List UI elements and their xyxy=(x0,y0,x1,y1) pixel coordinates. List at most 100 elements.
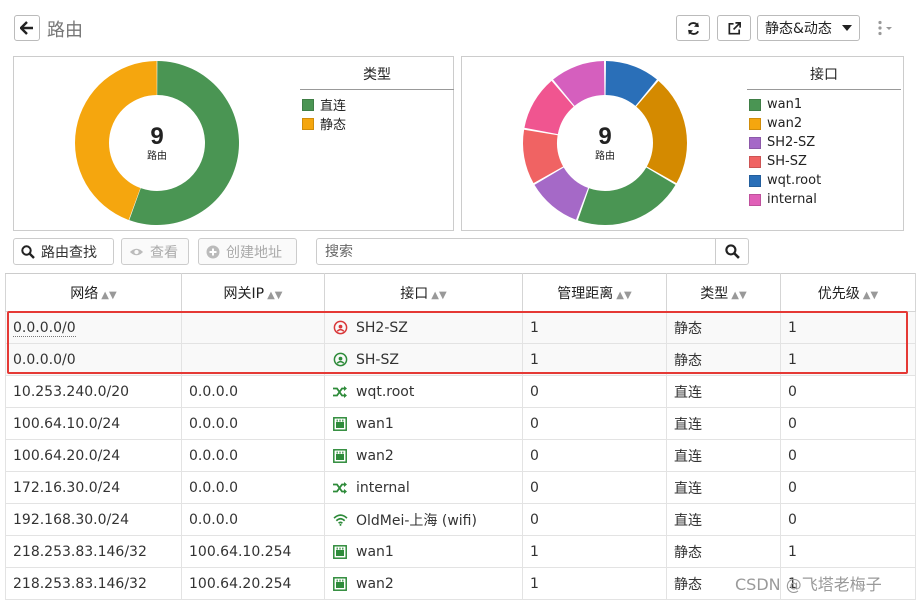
type-donut-chart: 9 路由 xyxy=(75,61,239,225)
create-address-button[interactable]: 创建地址 xyxy=(198,238,297,265)
route-mode-label: 静态&动态 xyxy=(765,21,832,37)
network-cell: 172.16.30.0/24 xyxy=(5,471,182,504)
sort-icon: ▲▼ xyxy=(267,289,283,301)
table-row[interactable]: 100.64.10.0/24 0.0.0.0 wan1 0 直连 0 xyxy=(5,407,916,440)
network-cell: 218.253.83.146/32 xyxy=(5,567,182,600)
plus-circle-icon xyxy=(206,245,220,258)
port-icon xyxy=(332,416,348,432)
more-options-button[interactable] xyxy=(872,17,898,39)
watermark: CSDN @飞塔老梅子 xyxy=(735,575,882,594)
priority-cell: 0 xyxy=(780,471,916,504)
donut-center-value: 9 xyxy=(150,123,163,150)
create-address-label: 创建地址 xyxy=(226,244,282,261)
legend-item[interactable]: 直连 xyxy=(300,95,454,114)
back-button[interactable] xyxy=(14,15,40,41)
vdom-link-icon xyxy=(332,480,348,496)
type-legend: 类型 直连 静态 xyxy=(300,64,454,133)
network-cell: 192.168.30.0/24 xyxy=(5,503,182,536)
priority-cell: 1 xyxy=(780,343,916,376)
open-external-button[interactable] xyxy=(717,15,751,41)
top-bar: 路由 静态&动态 xyxy=(6,7,914,47)
type-chart-panel: 9 路由 类型 直连 静态 xyxy=(13,56,454,231)
legend-item[interactable]: wqt.root xyxy=(747,171,901,190)
column-header-network[interactable]: 网络 ▲▼ xyxy=(5,273,182,312)
sort-icon: ▲▼ xyxy=(731,289,747,301)
legend-item[interactable]: SH2-SZ xyxy=(747,133,901,152)
legend-swatch xyxy=(749,117,761,130)
column-header-distance[interactable]: 管理距离 ▲▼ xyxy=(522,273,667,312)
sort-icon: ▲▼ xyxy=(431,289,447,301)
type-cell: 直连 xyxy=(666,471,781,504)
network-cell: 10.253.240.0/20 xyxy=(5,375,182,408)
page-title: 路由 xyxy=(47,20,83,41)
priority-cell: 0 xyxy=(780,407,916,440)
refresh-button[interactable] xyxy=(676,15,710,41)
table-row[interactable]: 0.0.0.0/0 SH2-SZ 1 静态 1 xyxy=(5,311,916,344)
legend-swatch xyxy=(749,193,761,206)
network-cell: 218.253.83.146/32 xyxy=(5,535,182,568)
distance-cell: 1 xyxy=(522,535,667,568)
priority-cell: 0 xyxy=(780,503,916,536)
table-row[interactable]: 192.168.30.0/24 0.0.0.0 OldMei-上海 (wifi) 0 直… xyxy=(5,503,916,536)
distance-cell: 1 xyxy=(522,311,667,344)
gateway-cell: 0.0.0.0 xyxy=(181,471,325,504)
legend-swatch xyxy=(749,136,761,149)
column-header-gateway-ip[interactable]: 网关IP ▲▼ xyxy=(181,273,325,312)
type-cell: 静态 xyxy=(666,535,781,568)
legend-item[interactable]: SH-SZ xyxy=(747,152,901,171)
search-button[interactable] xyxy=(715,238,749,265)
legend-item[interactable]: wan2 xyxy=(747,114,901,133)
priority-cell: 0 xyxy=(780,439,916,472)
route-lookup-label: 路由查找 xyxy=(41,244,97,261)
interface-legend: 接口 wan1 wan2 SH2-SZ SH-SZ wqt.root internal xyxy=(747,64,901,209)
interface-cell: SH-SZ xyxy=(324,343,523,376)
tunnel-up-icon xyxy=(332,352,348,368)
gateway-cell: 0.0.0.0 xyxy=(181,503,325,536)
legend-swatch xyxy=(302,98,314,111)
interface-chart-panel: 9 路由 接口 wan1 wan2 SH2-SZ SH-SZ wqt.root inter… xyxy=(461,56,904,231)
gateway-cell: 0.0.0.0 xyxy=(181,439,325,472)
legend-title: 接口 xyxy=(747,64,901,90)
table-row[interactable]: 0.0.0.0/0 SH-SZ 1 静态 1 xyxy=(5,343,916,376)
distance-cell: 1 xyxy=(522,567,667,600)
interface-cell: wan2 xyxy=(324,567,523,600)
port-icon xyxy=(332,544,348,560)
caret-down-icon xyxy=(842,25,852,31)
route-mode-select[interactable]: 静态&动态 xyxy=(757,15,860,41)
route-lookup-button[interactable]: 路由查找 xyxy=(13,238,114,265)
routing-table: 网络 ▲▼ 网关IP ▲▼ 接口 ▲▼ 管理距离 ▲▼ 类型 ▲▼ 优先级 ▲▼ 0.0.0… xyxy=(5,273,916,600)
search-icon xyxy=(21,244,35,259)
table-row[interactable]: 218.253.83.146/32 100.64.10.254 wan1 1 静态 1 xyxy=(5,535,916,568)
column-header-type[interactable]: 类型 ▲▼ xyxy=(666,273,781,312)
sort-icon: ▲▼ xyxy=(101,289,117,301)
external-link-icon xyxy=(728,21,741,34)
legend-item[interactable]: internal xyxy=(747,190,901,209)
legend-item[interactable]: 静态 xyxy=(300,114,454,133)
distance-cell: 1 xyxy=(522,343,667,376)
gateway-cell: 100.64.10.254 xyxy=(181,535,325,568)
column-header-interface[interactable]: 接口 ▲▼ xyxy=(324,273,523,312)
legend-swatch xyxy=(749,155,761,168)
interface-cell: wan1 xyxy=(324,535,523,568)
donut-slice[interactable] xyxy=(577,167,676,225)
view-button[interactable]: 查看 xyxy=(121,238,189,265)
interface-cell: wan1 xyxy=(324,407,523,440)
type-cell: 静态 xyxy=(666,343,781,376)
table-row[interactable]: 10.253.240.0/20 0.0.0.0 wqt.root 0 直连 0 xyxy=(5,375,916,408)
legend-item[interactable]: wan1 xyxy=(747,95,901,114)
distance-cell: 0 xyxy=(522,439,667,472)
donut-slice[interactable] xyxy=(636,80,687,184)
interface-cell: wan2 xyxy=(324,439,523,472)
interface-cell: wqt.root xyxy=(324,375,523,408)
column-header-priority[interactable]: 优先级 ▲▼ xyxy=(780,273,916,312)
search-input[interactable] xyxy=(316,238,716,265)
type-cell: 直连 xyxy=(666,503,781,536)
legend-title: 类型 xyxy=(300,64,454,90)
table-header-row: 网络 ▲▼ 网关IP ▲▼ 接口 ▲▼ 管理距离 ▲▼ 类型 ▲▼ 优先级 ▲▼ xyxy=(5,273,916,312)
table-row[interactable]: 172.16.30.0/24 0.0.0.0 internal 0 直连 0 xyxy=(5,471,916,504)
type-cell: 直连 xyxy=(666,375,781,408)
distance-cell: 0 xyxy=(522,471,667,504)
donut-center-value: 9 xyxy=(598,123,611,150)
gateway-cell: 0.0.0.0 xyxy=(181,375,325,408)
table-row[interactable]: 100.64.20.0/24 0.0.0.0 wan2 0 直连 0 xyxy=(5,439,916,472)
